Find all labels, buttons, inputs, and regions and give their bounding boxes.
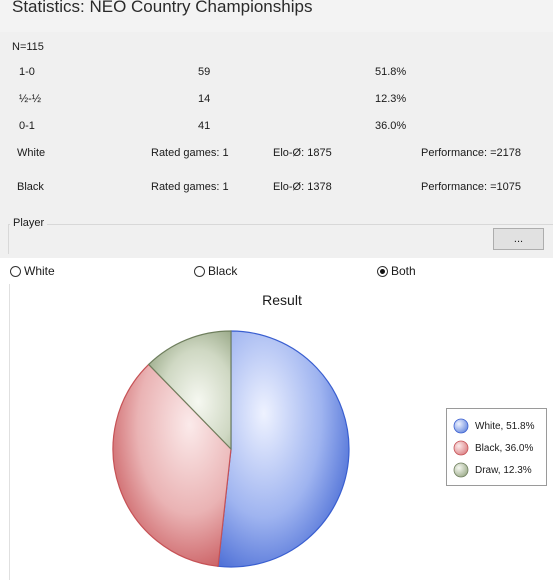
result-pie-chart	[112, 330, 350, 568]
legend-label-black: Black, 36.0%	[475, 442, 534, 454]
legend-swatch-white	[453, 418, 469, 434]
pie-slice-white	[217, 330, 350, 568]
legend-swatch-black	[453, 440, 469, 456]
legend-item-draw: Draw, 12.3%	[453, 462, 532, 478]
legend-label-draw: Draw, 12.3%	[475, 464, 532, 476]
legend-item-white: White, 51.8%	[453, 418, 534, 434]
chart-legend: White, 51.8% Black, 36.0% Draw, 12.3%	[446, 408, 547, 486]
legend-label-white: White, 51.8%	[475, 420, 535, 432]
legend-swatch-draw	[453, 462, 469, 478]
legend-item-black: Black, 36.0%	[453, 440, 533, 456]
